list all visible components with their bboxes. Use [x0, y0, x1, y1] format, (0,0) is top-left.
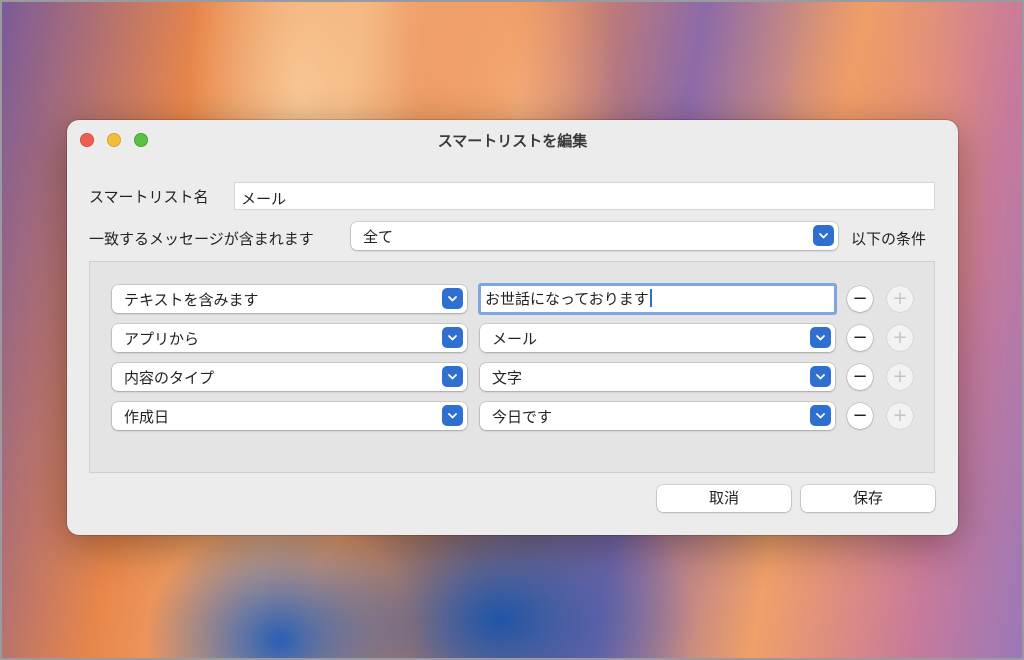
- rule-field-select[interactable]: テキストを含みます: [112, 285, 467, 313]
- chevron-updown-icon: [810, 327, 831, 348]
- plus-icon[interactable]: +: [887, 403, 913, 429]
- chevron-updown-icon: [813, 225, 834, 246]
- rule-field-value: 内容のタイプ: [124, 369, 215, 387]
- rule-text-value: お世話になっております: [485, 290, 649, 308]
- rules-container: テキストを含みます お世話になっております − + アプリから メール − + …: [89, 261, 935, 473]
- rule-value-select[interactable]: メール: [480, 324, 835, 352]
- window-title: スマートリストを編集: [437, 132, 588, 150]
- minus-icon[interactable]: −: [847, 403, 873, 429]
- chevron-updown-icon: [442, 405, 463, 426]
- chevron-updown-icon: [810, 405, 831, 426]
- rule-field-select[interactable]: アプリから: [112, 324, 467, 352]
- rule-value: 今日です: [492, 408, 553, 426]
- smart-list-name-field[interactable]: メール: [234, 182, 935, 210]
- match-suffix-label: 以下の条件: [851, 230, 927, 248]
- minus-icon[interactable]: −: [847, 286, 873, 312]
- rule-field-value: 作成日: [124, 408, 170, 426]
- match-select-value: 全て: [363, 228, 394, 246]
- rule-text-input[interactable]: お世話になっております: [478, 283, 837, 315]
- plus-icon[interactable]: +: [887, 286, 913, 312]
- rule-field-select[interactable]: 内容のタイプ: [112, 363, 467, 391]
- plus-icon[interactable]: +: [887, 364, 913, 390]
- match-select[interactable]: 全て: [351, 222, 838, 250]
- rule-value: 文字: [492, 369, 523, 387]
- smart-list-name-label: スマートリスト名: [89, 188, 209, 206]
- rule-field-value: テキストを含みます: [124, 291, 259, 309]
- chevron-updown-icon: [810, 366, 831, 387]
- rule-value-select[interactable]: 今日です: [480, 402, 835, 430]
- cancel-button[interactable]: 取消: [657, 485, 791, 512]
- save-button[interactable]: 保存: [801, 485, 935, 512]
- rule-value: メール: [492, 330, 538, 348]
- minus-icon[interactable]: −: [847, 325, 873, 351]
- chevron-updown-icon: [442, 288, 463, 309]
- chevron-updown-icon: [442, 366, 463, 387]
- match-label: 一致するメッセージが含まれます: [89, 230, 314, 248]
- minus-icon[interactable]: −: [847, 364, 873, 390]
- edit-smart-list-dialog: スマートリストを編集 スマートリスト名 メール 一致するメッセージが含まれます …: [67, 120, 958, 535]
- rule-field-select[interactable]: 作成日: [112, 402, 467, 430]
- text-caret: [649, 289, 652, 307]
- plus-icon[interactable]: +: [887, 325, 913, 351]
- rule-field-value: アプリから: [124, 330, 200, 348]
- rule-value-select[interactable]: 文字: [480, 363, 835, 391]
- chevron-updown-icon: [442, 327, 463, 348]
- titlebar: スマートリストを編集: [67, 120, 958, 160]
